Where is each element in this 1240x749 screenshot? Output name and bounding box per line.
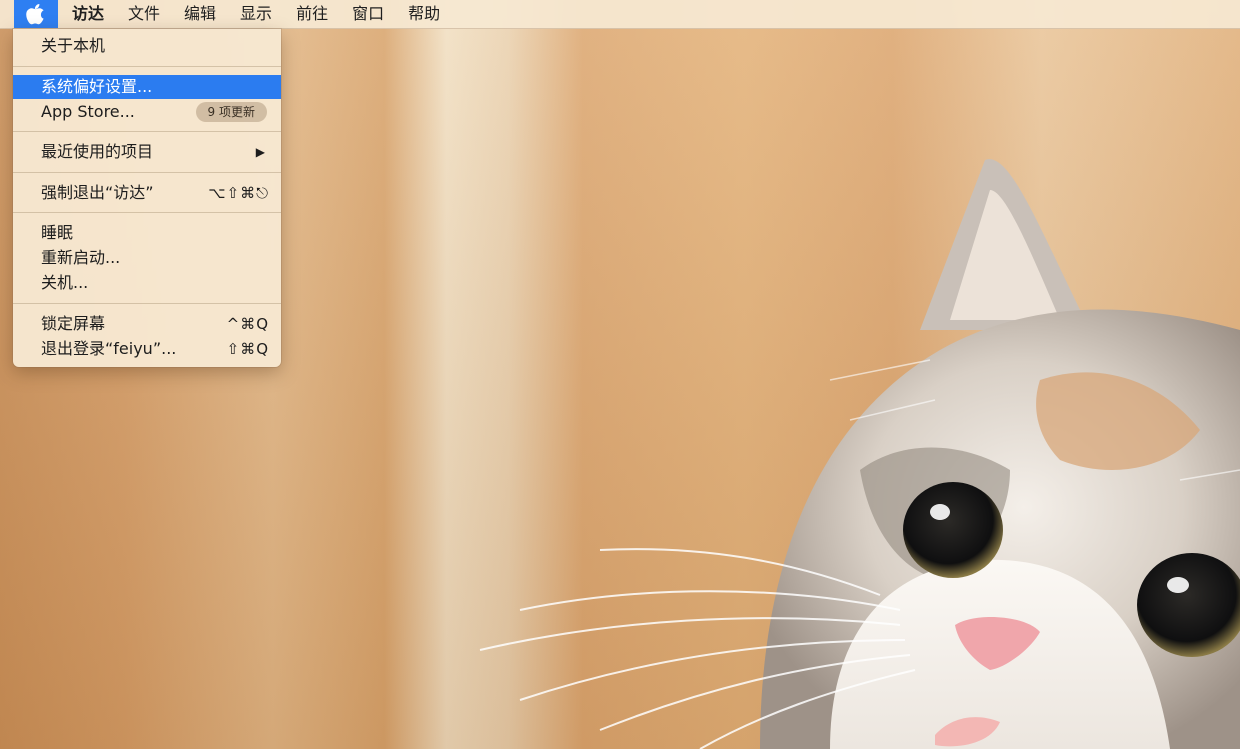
menubar-window[interactable]: 窗口 [340,0,396,28]
menubar-help[interactable]: 帮助 [396,0,452,28]
menubar-go[interactable]: 前往 [284,0,340,28]
menu-item-label: 关机... [41,273,89,292]
menu-item-app-store[interactable]: App Store... 9 项更新 [13,100,281,124]
menu-separator [13,303,281,304]
menu-separator [13,172,281,173]
logout-shortcut: ⇧⌘Q [226,340,269,358]
menu-item-label: 睡眠 [41,223,74,242]
menu-item-log-out[interactable]: 退出登录“feiyu”... ⇧⌘Q [13,337,281,361]
menu-item-label: 系统偏好设置... [41,77,153,96]
updates-badge: 9 项更新 [195,102,267,122]
menu-item-lock-screen[interactable]: 锁定屏幕 ^⌘Q [13,312,281,336]
menu-item-force-quit[interactable]: 强制退出“访达” ⌥⇧⌘⎋ [13,181,281,205]
menu-separator [13,66,281,67]
menu-item-recent-items[interactable]: 最近使用的项目 ▶ [13,140,281,164]
menu-item-label: 退出登录“feiyu”... [41,339,177,358]
menubar-file[interactable]: 文件 [116,0,172,28]
force-quit-shortcut: ⌥⇧⌘⎋ [208,184,269,202]
menu-item-about-this-mac[interactable]: 关于本机 [13,34,281,58]
apple-menu-button[interactable] [14,0,58,28]
apple-menu-dropdown: 关于本机 系统偏好设置... App Store... 9 项更新 最近使用的项… [13,29,281,367]
menu-item-label: App Store... [41,102,135,121]
menubar-app-finder[interactable]: 访达 [58,0,116,28]
menu-item-label: 重新启动... [41,248,121,267]
menu-item-restart[interactable]: 重新启动... [13,246,281,270]
menu-item-label: 强制退出“访达” [41,183,154,202]
apple-logo-icon [26,4,44,25]
menu-item-label: 关于本机 [41,36,106,55]
menu-item-sleep[interactable]: 睡眠 [13,221,281,245]
menu-item-label: 锁定屏幕 [41,314,106,333]
menu-item-system-preferences[interactable]: 系统偏好设置... [13,75,281,99]
menubar-edit[interactable]: 编辑 [172,0,228,28]
lock-screen-shortcut: ^⌘Q [226,315,269,333]
menu-item-shutdown[interactable]: 关机... [13,271,281,295]
menu-bar: 访达 文件 编辑 显示 前往 窗口 帮助 [0,0,1240,29]
menu-separator [13,131,281,132]
menubar-view[interactable]: 显示 [228,0,284,28]
submenu-arrow-icon: ▶ [255,145,265,159]
menu-separator [13,212,281,213]
menu-item-label: 最近使用的项目 [41,142,154,161]
